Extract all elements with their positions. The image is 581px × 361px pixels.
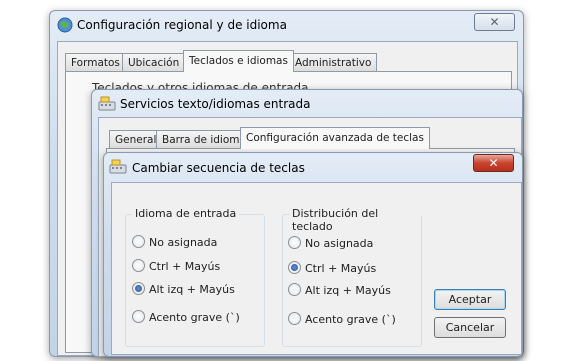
radio-input-ctrl-mayus[interactable]: Ctrl + Mayús xyxy=(132,259,220,273)
dialog-client: Idioma de entrada No asignada Ctrl + May… xyxy=(111,182,522,355)
close-icon: ✕ xyxy=(488,156,499,170)
keyboard-icon xyxy=(109,159,127,174)
change-key-sequence-dialog: Cambiar secuencia de teclas ✕ Idioma de … xyxy=(103,152,523,357)
tab-barra-idioma[interactable]: Barra de idioma xyxy=(156,130,252,149)
radio-input-no-asignada[interactable]: No asignada xyxy=(132,235,217,249)
input-language-group: Idioma de entrada No asignada Ctrl + May… xyxy=(125,207,265,347)
radio-layout-alt-mayus[interactable]: Alt izq + Mayús xyxy=(288,283,391,297)
tab-ubicacion[interactable]: Ubicación xyxy=(122,53,186,72)
title-bar[interactable]: Configuración regional y de idioma ✕ xyxy=(50,11,523,39)
keyboard-layout-group: Distribución del teclado No asignada Ctr… xyxy=(282,207,422,347)
dialog-title: Cambiar secuencia de teclas xyxy=(132,161,305,175)
radio-layout-ctrl-mayus[interactable]: Ctrl + Mayús xyxy=(288,261,376,275)
tab-config-avanzada[interactable]: Configuración avanzada de teclas xyxy=(240,127,430,149)
radio-layout-no-asignada[interactable]: No asignada xyxy=(288,236,373,250)
radio-layout-acento-grave[interactable]: Acento grave (`) xyxy=(288,312,396,326)
radio-button[interactable] xyxy=(132,259,145,272)
tab-formatos[interactable]: Formatos xyxy=(65,53,126,72)
radio-button[interactable] xyxy=(288,283,301,296)
window-title: Servicios texto/idiomas entrada xyxy=(120,97,311,111)
keyboard-icon xyxy=(98,96,116,111)
radio-button-selected[interactable] xyxy=(132,282,145,295)
close-button[interactable]: ✕ xyxy=(473,154,514,172)
group-label: Idioma de entrada xyxy=(132,207,240,220)
radio-button-selected[interactable] xyxy=(288,261,301,274)
globe-icon xyxy=(57,17,73,33)
group-label: Distribución del teclado xyxy=(289,207,421,233)
tab-general[interactable]: General xyxy=(109,130,163,149)
radio-button[interactable] xyxy=(288,312,301,325)
tab-administrativo[interactable]: Administrativo xyxy=(289,53,378,72)
window-title: Configuración regional y de idioma xyxy=(77,18,287,32)
cancel-button[interactable]: Cancelar xyxy=(434,317,506,338)
title-bar[interactable]: Cambiar secuencia de teclas ✕ xyxy=(104,153,522,181)
radio-button[interactable] xyxy=(132,235,145,248)
radio-button[interactable] xyxy=(288,236,301,249)
radio-button[interactable] xyxy=(132,310,145,323)
radio-input-alt-mayus[interactable]: Alt izq + Mayús xyxy=(132,282,235,296)
accept-button[interactable]: Aceptar xyxy=(434,289,506,310)
radio-input-acento-grave[interactable]: Acento grave (`) xyxy=(132,310,240,324)
close-button[interactable]: ✕ xyxy=(474,13,515,31)
title-bar[interactable]: Servicios texto/idiomas entrada xyxy=(92,90,522,118)
tab-teclados[interactable]: Teclados e idiomas xyxy=(183,50,294,72)
close-icon: ✕ xyxy=(489,15,500,29)
